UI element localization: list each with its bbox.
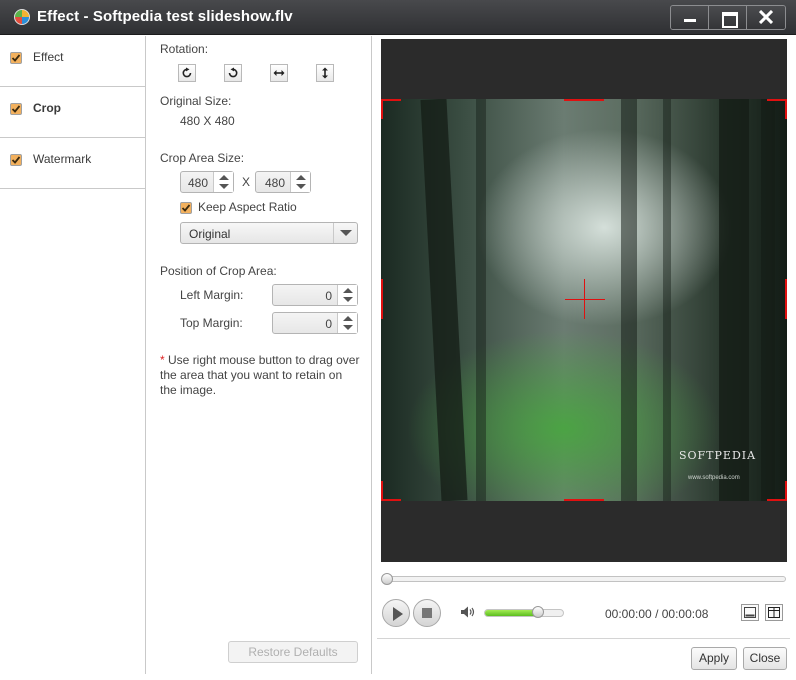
crop-handle-bottom-left[interactable] — [381, 481, 401, 501]
effect-checkbox[interactable] — [10, 52, 22, 64]
keep-aspect-ratio-checkbox[interactable] — [180, 202, 192, 214]
title-bar: Effect - Softpedia test slideshow.flv — [0, 0, 796, 35]
crop-instruction-note: * Use right mouse button to drag over th… — [160, 353, 360, 398]
current-time: 00:00:00 — [605, 607, 652, 621]
top-margin-stepper[interactable]: 0 — [272, 312, 358, 334]
rotate-clockwise-button[interactable] — [178, 64, 196, 82]
keep-aspect-ratio-label[interactable]: Keep Aspect Ratio — [198, 200, 297, 214]
crop-width-arrows[interactable] — [213, 172, 233, 192]
decrement-arrow-icon[interactable] — [343, 325, 353, 330]
left-margin-value: 0 — [325, 289, 332, 303]
volume-icon[interactable] — [460, 605, 476, 619]
aspect-ratio-select[interactable]: Original — [180, 222, 358, 244]
rotate-clockwise-icon — [182, 67, 192, 78]
crop-position-label: Position of Crop Area: — [160, 264, 277, 278]
rotation-label: Rotation: — [160, 42, 209, 56]
original-size-value: 480 X 480 — [180, 114, 235, 128]
size-separator: X — [242, 175, 251, 189]
stop-button[interactable] — [413, 599, 441, 627]
checkmark-icon — [11, 156, 21, 164]
increment-arrow-icon[interactable] — [219, 175, 229, 180]
close-icon — [759, 10, 773, 24]
note-text: Use right mouse button to drag over the … — [160, 353, 360, 397]
checkmark-icon — [181, 204, 191, 212]
apply-button[interactable]: Apply — [691, 647, 737, 670]
chevron-down-icon[interactable] — [333, 223, 357, 243]
crop-handle-bottom[interactable] — [564, 499, 604, 501]
flip-horizontal-button[interactable] — [270, 64, 288, 82]
nav-item-label: Watermark — [33, 152, 92, 166]
nav-item-label: Crop — [33, 101, 61, 115]
crop-height-value: 480 — [264, 176, 285, 190]
close-button[interactable]: Close — [743, 647, 787, 670]
top-margin-label: Top Margin: — [180, 316, 243, 330]
left-margin-stepper[interactable]: 0 — [272, 284, 358, 306]
checkmark-icon — [11, 105, 21, 113]
crop-handle-right[interactable] — [785, 279, 787, 319]
crop-handle-bottom-right[interactable] — [767, 481, 787, 501]
crop-center-crosshair[interactable] — [565, 299, 605, 300]
crop-handle-top[interactable] — [564, 99, 604, 101]
flip-vertical-button[interactable] — [316, 64, 334, 82]
increment-arrow-icon[interactable] — [343, 288, 353, 293]
crop-center-crosshair-vertical[interactable] — [584, 279, 585, 319]
crop-width-value: 480 — [187, 176, 208, 190]
flip-vertical-icon — [322, 67, 328, 79]
restore-defaults-button[interactable]: Restore Defaults — [228, 641, 358, 663]
video-preview[interactable]: SOFTPEDIA www.softpedia.com — [381, 39, 787, 562]
crop-handle-top-right[interactable] — [767, 99, 787, 119]
decrement-arrow-icon[interactable] — [219, 184, 229, 189]
crop-height-arrows[interactable] — [290, 172, 310, 192]
crop-settings-panel: Rotation: Original Size: 480 X 480 Crop … — [147, 36, 372, 674]
rotate-counterclockwise-icon — [228, 67, 238, 78]
original-size-label: Original Size: — [160, 94, 232, 108]
single-view-icon — [744, 607, 756, 618]
app-logo-icon — [14, 9, 30, 25]
aspect-ratio-selected: Original — [189, 227, 231, 241]
decrement-arrow-icon[interactable] — [343, 297, 353, 302]
time-separator: / — [655, 607, 659, 621]
nav-item-effect[interactable]: Effect — [0, 36, 145, 87]
top-margin-arrows[interactable] — [337, 313, 357, 333]
crop-handle-left[interactable] — [381, 279, 383, 319]
watermark-checkbox[interactable] — [10, 154, 22, 166]
nav-item-label: Effect — [33, 50, 64, 64]
left-margin-label: Left Margin: — [180, 288, 244, 302]
crop-height-stepper[interactable]: 480 — [255, 171, 311, 193]
split-view-icon — [768, 607, 780, 618]
footer-divider — [377, 638, 790, 639]
playback-time: 00:00:00 / 00:00:08 — [605, 607, 708, 621]
single-view-button[interactable] — [741, 604, 759, 621]
increment-arrow-icon[interactable] — [296, 175, 306, 180]
window-title: Effect - Softpedia test slideshow.flv — [37, 8, 293, 25]
close-window-button[interactable] — [747, 6, 785, 29]
top-margin-value: 0 — [325, 317, 332, 331]
play-button[interactable] — [382, 599, 410, 627]
crop-width-stepper[interactable]: 480 — [180, 171, 234, 193]
note-asterisk: * — [160, 353, 165, 367]
left-margin-arrows[interactable] — [337, 285, 357, 305]
effect-category-list: Effect Crop Watermark — [0, 36, 146, 674]
volume-slider[interactable] — [484, 609, 564, 617]
rotate-counterclockwise-button[interactable] — [224, 64, 242, 82]
crop-handle-top-left[interactable] — [381, 99, 401, 119]
crop-checkbox[interactable] — [10, 103, 22, 115]
total-time: 00:00:08 — [661, 607, 709, 621]
decrement-arrow-icon[interactable] — [296, 184, 306, 189]
seek-handle[interactable] — [381, 573, 393, 585]
flip-horizontal-icon — [273, 70, 285, 76]
nav-item-crop[interactable]: Crop — [0, 87, 145, 138]
checkmark-icon — [11, 54, 21, 62]
window-controls — [670, 5, 786, 30]
increment-arrow-icon[interactable] — [343, 316, 353, 321]
nav-item-watermark[interactable]: Watermark — [0, 138, 145, 189]
volume-level-fill — [485, 610, 539, 616]
minimize-button[interactable] — [671, 6, 709, 29]
split-view-button[interactable] — [765, 604, 783, 621]
crop-area-size-label: Crop Area Size: — [160, 151, 245, 165]
seek-bar[interactable] — [381, 573, 786, 585]
maximize-button[interactable] — [709, 6, 747, 29]
